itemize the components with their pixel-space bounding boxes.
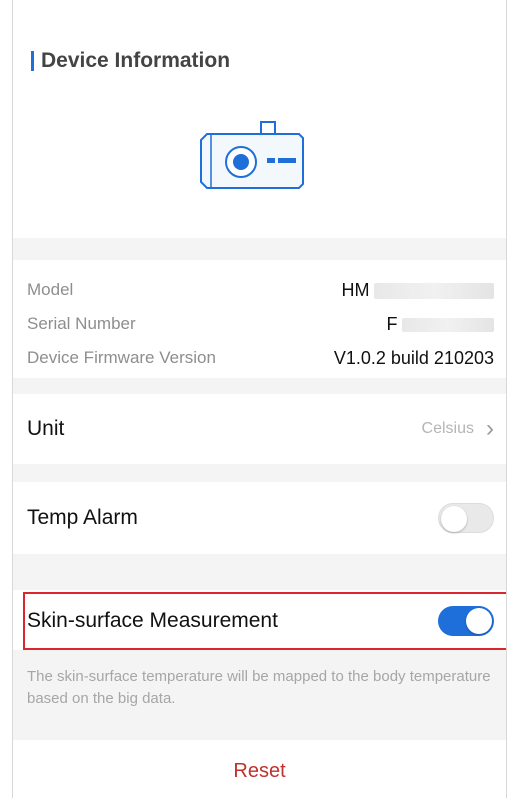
section-divider <box>13 554 506 590</box>
section-title: Device Information <box>31 48 230 74</box>
serial-value-wrap: F <box>387 314 494 335</box>
info-row-serial: Serial Number F <box>27 312 494 336</box>
toggle-knob <box>441 506 467 532</box>
device-settings-screen: Device Information Model HM Serial Numbe… <box>12 0 507 798</box>
serial-label: Serial Number <box>27 314 136 333</box>
firmware-label: Device Firmware Version <box>27 348 216 367</box>
section-divider <box>13 238 506 260</box>
model-label: Model <box>27 280 74 299</box>
highlight-box <box>23 592 506 650</box>
redacted-block <box>402 318 494 333</box>
unit-selector[interactable]: Celsius › <box>422 417 494 441</box>
firmware-value: V1.0.2 build 210203 <box>333 347 494 368</box>
info-row-firmware: Device Firmware Version V1.0.2 build 210… <box>27 346 494 370</box>
chevron-right-icon: › <box>486 415 494 442</box>
thermal-camera-icon <box>200 121 304 189</box>
temp-alarm-row: Temp Alarm <box>13 482 506 554</box>
temp-alarm-label: Temp Alarm <box>27 506 138 529</box>
skin-surface-description: The skin-surface temperature will be map… <box>27 668 491 707</box>
model-value: HM <box>341 279 370 300</box>
redacted-block <box>374 283 494 300</box>
temp-alarm-toggle[interactable] <box>438 503 494 533</box>
model-value-wrap: HM <box>342 280 494 301</box>
unit-value: Celsius <box>421 420 474 437</box>
section-divider <box>13 464 506 482</box>
unit-setting-row[interactable]: Unit Celsius › <box>13 394 506 464</box>
info-row-model: Model HM <box>27 278 494 302</box>
reset-button[interactable]: Reset <box>13 760 506 783</box>
section-divider <box>13 378 506 394</box>
page-title: Device Information <box>41 49 231 72</box>
title-accent-bar <box>31 51 34 71</box>
serial-value: F <box>386 313 398 334</box>
unit-label: Unit <box>27 417 65 440</box>
